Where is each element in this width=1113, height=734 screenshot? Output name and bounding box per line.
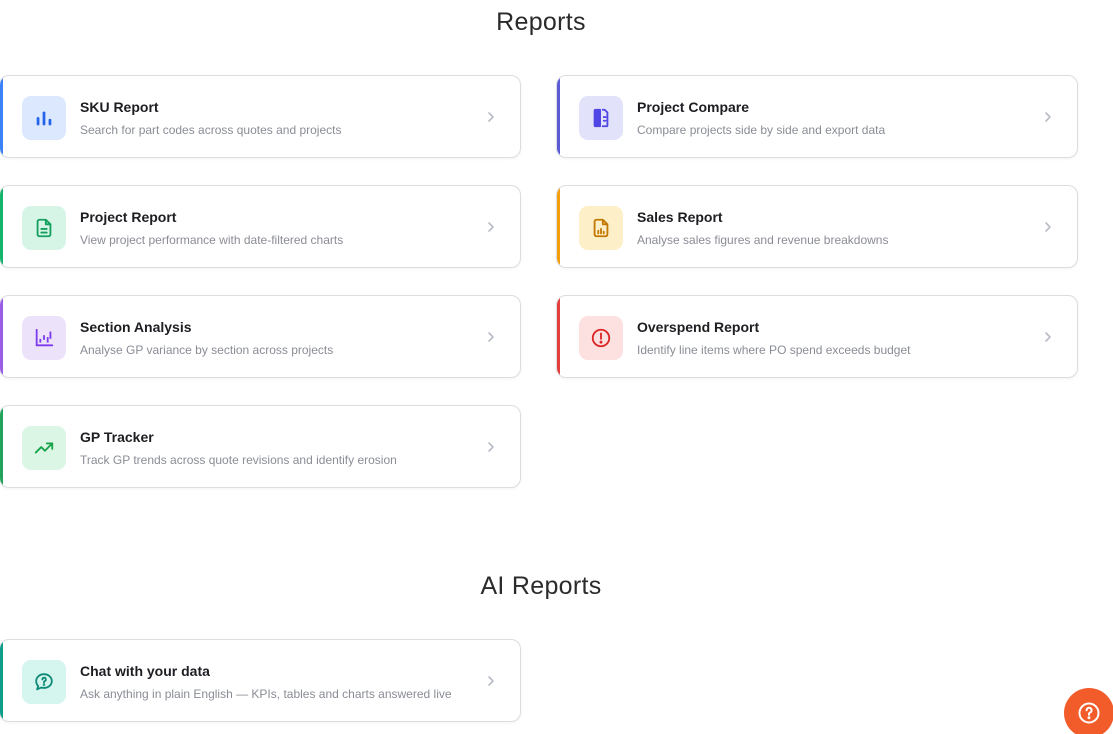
ai-reports-heading: AI Reports <box>480 572 602 600</box>
reports-page: Reports SKU Report Search for part codes… <box>0 0 1113 734</box>
card-title: SKU Report <box>80 99 159 115</box>
card-accent <box>0 640 3 721</box>
chevron-right-icon <box>488 332 494 342</box>
sales-report-card[interactable]: Sales Report Analyse sales figures and r… <box>556 185 1078 268</box>
card-accent <box>0 406 3 487</box>
chevron-right-icon <box>488 442 494 452</box>
section-analysis-card[interactable]: Section Analysis Analyse GP variance by … <box>0 295 521 378</box>
card-description: Compare projects side by side and export… <box>637 123 886 137</box>
card-description: Identify line items where PO spend excee… <box>637 343 911 357</box>
card-title: Chat with your data <box>80 663 210 679</box>
chevron-right-icon <box>488 676 494 686</box>
reports-heading: Reports <box>496 8 586 36</box>
card-accent <box>0 296 3 377</box>
card-title: Project Compare <box>637 99 750 115</box>
waterfall-chart-icon <box>22 316 66 360</box>
sales-document-icon <box>579 206 623 250</box>
overspend-report-card[interactable]: Overspend Report Identify line items whe… <box>556 295 1078 378</box>
bar-chart-icon <box>22 96 66 140</box>
chat-question-icon <box>22 660 66 704</box>
project-compare-card[interactable]: Project Compare Compare projects side by… <box>556 75 1078 158</box>
card-accent <box>557 186 560 267</box>
help-button[interactable] <box>1064 688 1113 734</box>
card-title: Overspend Report <box>637 319 760 335</box>
card-description: Analyse sales figures and revenue breakd… <box>637 233 889 247</box>
card-title: GP Tracker <box>80 429 154 445</box>
card-title: Section Analysis <box>80 319 192 335</box>
card-accent <box>557 76 560 157</box>
sku-report-card[interactable]: SKU Report Search for part codes across … <box>0 75 521 158</box>
chat-with-your-data-card[interactable]: Chat with your data Ask anything in plai… <box>0 639 521 722</box>
gp-tracker-card[interactable]: GP Tracker Track GP trends across quote … <box>0 405 521 488</box>
alert-circle-icon <box>579 316 623 360</box>
project-report-card[interactable]: Project Report View project performance … <box>0 185 521 268</box>
compare-document-icon <box>579 96 623 140</box>
help-question-icon <box>1078 702 1100 724</box>
card-accent <box>0 186 3 267</box>
card-description: View project performance with date-filte… <box>80 233 344 247</box>
card-title: Sales Report <box>637 209 723 225</box>
chevron-right-icon <box>488 112 494 122</box>
card-accent <box>557 296 560 377</box>
chevron-right-icon <box>1045 332 1051 342</box>
trend-up-icon <box>22 426 66 470</box>
document-icon <box>22 206 66 250</box>
card-description: Track GP trends across quote revisions a… <box>80 453 397 467</box>
card-description: Search for part codes across quotes and … <box>80 123 342 137</box>
chevron-right-icon <box>1045 112 1051 122</box>
card-title: Project Report <box>80 209 177 225</box>
chevron-right-icon <box>488 222 494 232</box>
card-accent <box>0 76 3 157</box>
card-description: Analyse GP variance by section across pr… <box>80 343 334 357</box>
card-description: Ask anything in plain English — KPIs, ta… <box>80 687 452 701</box>
chevron-right-icon <box>1045 222 1051 232</box>
